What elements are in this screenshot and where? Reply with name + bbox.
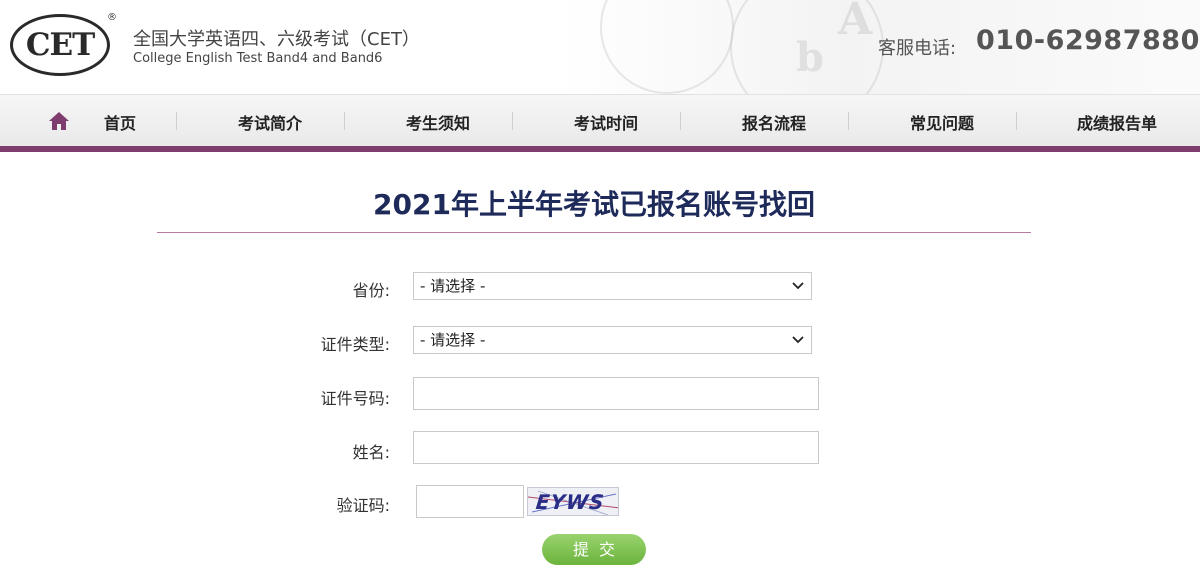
id-type-label: 证件类型: (320, 335, 390, 354)
captcha-image[interactable]: EYWS (527, 487, 619, 516)
id-type-select[interactable]: - 请选择 - (413, 326, 812, 354)
nav-item-score-report[interactable]: 成绩报告单 (1077, 110, 1157, 134)
decoration-circle (600, 0, 734, 94)
cet-logo[interactable]: CET (10, 14, 110, 76)
main-nav: 首页 考试简介 考生须知 考试时间 报名流程 常见问题 成绩报告单 (0, 94, 1200, 146)
captcha-input[interactable] (416, 485, 524, 518)
captcha-text: EYWS (534, 490, 606, 514)
province-select[interactable]: - 请选择 - (413, 272, 812, 300)
submit-button[interactable]: 提交 (542, 534, 646, 565)
registered-mark: ® (107, 12, 117, 23)
hotline-number: 010-62987880 (976, 25, 1200, 56)
nav-separator (344, 112, 345, 130)
site-title-en: College English Test Band4 and Band6 (133, 51, 383, 66)
nav-item-home[interactable]: 首页 (104, 110, 136, 134)
nav-item-candidate-notice[interactable]: 考生须知 (406, 110, 470, 134)
nav-item-exam-intro[interactable]: 考试简介 (238, 110, 302, 134)
nav-separator (176, 112, 177, 130)
id-number-input[interactable] (413, 377, 819, 410)
logo-text: CET (25, 27, 95, 63)
nav-item-faq[interactable]: 常见问题 (910, 110, 974, 134)
province-label: 省份: (352, 281, 390, 300)
hotline-label: 客服电话: (878, 38, 957, 59)
nav-separator (1016, 112, 1017, 130)
decoration-letter: b (796, 34, 824, 81)
page-title: 2021年上半年考试已报名账号找回 (373, 188, 815, 221)
site-title-cn: 全国大学英语四、六级考试（CET） (133, 29, 420, 50)
nav-separator (680, 112, 681, 130)
nav-item-registration-process[interactable]: 报名流程 (742, 110, 806, 134)
id-type-select-value: - 请选择 - (420, 331, 486, 349)
chevron-down-icon (792, 282, 804, 290)
id-number-label: 证件号码: (320, 389, 390, 408)
nav-item-exam-time[interactable]: 考试时间 (574, 110, 638, 134)
title-divider (157, 232, 1031, 233)
nav-separator (512, 112, 513, 130)
name-label: 姓名: (352, 443, 390, 462)
captcha-label: 验证码: (336, 496, 390, 515)
home-icon[interactable] (48, 111, 70, 131)
nav-accent-stripe (0, 146, 1200, 152)
decoration-letter: A (838, 0, 873, 45)
chevron-down-icon (792, 336, 804, 344)
name-input[interactable] (413, 431, 819, 464)
province-select-value: - 请选择 - (420, 277, 486, 295)
site-header: A b CET ® 全国大学英语四、六级考试（CET） College Engl… (0, 0, 1200, 94)
nav-separator (848, 112, 849, 130)
